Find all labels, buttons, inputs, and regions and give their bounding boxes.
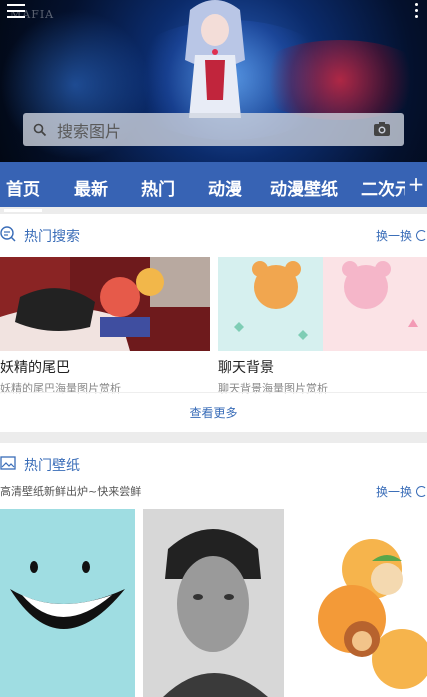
tab-anime[interactable]: 动漫: [208, 175, 242, 200]
app-screen: MAFIA 搜索图片 首页 最新 热门 动漫 动漫壁纸 二次元 + 热门搜索 换…: [0, 0, 427, 697]
brand-watermark: MAFIA: [10, 8, 55, 21]
search-icon: [33, 123, 47, 136]
view-more-link[interactable]: 查看更多: [0, 392, 427, 432]
section-header: 热门壁纸: [0, 443, 427, 483]
section-subtitle: 高清壁纸新鲜出炉~快来尝鲜: [0, 485, 142, 498]
category-tabs: 首页 最新 热门 动漫 动漫壁纸 二次元 +: [0, 162, 427, 212]
refresh-button[interactable]: 换一换: [376, 483, 427, 500]
camera-icon[interactable]: [373, 121, 391, 137]
hot-search-section: 热门搜索 换一换 妖精的尾巴 妖精的尾巴海量图片赏析 聊天背景 聊天背景海量图片…: [0, 214, 427, 432]
tab-latest[interactable]: 最新: [74, 175, 108, 200]
card-title: 聊天背景: [218, 360, 274, 376]
search-list-icon: [0, 226, 16, 242]
card-title: 妖精的尾巴: [0, 360, 70, 376]
header-banner: MAFIA 搜索图片: [0, 0, 427, 162]
section-header: 热门搜索 换一换: [0, 214, 427, 254]
section-title: 热门壁纸: [24, 458, 80, 474]
hot-search-card[interactable]: 聊天背景 聊天背景海量图片赏析: [218, 257, 427, 395]
refresh-label: 换一换: [375, 485, 412, 499]
refresh-label: 换一换: [375, 229, 412, 243]
banner-glow: [250, 40, 427, 120]
section-title: 热门搜索: [24, 229, 80, 245]
tab-anime-wallpaper[interactable]: 动漫壁纸: [270, 175, 338, 200]
wallpaper-thumbnail[interactable]: [292, 509, 427, 697]
search-bar[interactable]: 搜索图片: [23, 113, 404, 146]
more-options-icon[interactable]: [415, 3, 419, 21]
banner-character-image: [185, 0, 245, 118]
search-placeholder: 搜索图片: [57, 121, 122, 141]
hot-wallpaper-section: 热门壁纸 高清壁纸新鲜出炉~快来尝鲜 换一换: [0, 443, 427, 697]
wallpaper-thumbnail[interactable]: [0, 509, 135, 697]
tab-home[interactable]: 首页: [4, 175, 42, 212]
hot-search-card[interactable]: 妖精的尾巴 妖精的尾巴海量图片赏析: [0, 257, 210, 395]
add-tab-button[interactable]: +: [405, 162, 427, 207]
image-icon: [0, 456, 16, 470]
card-image: [0, 257, 210, 351]
refresh-icon: [416, 486, 427, 497]
refresh-icon: [416, 230, 427, 241]
card-image: [218, 257, 427, 351]
wallpaper-thumbnail[interactable]: [143, 509, 284, 697]
tab-hot[interactable]: 热门: [141, 175, 175, 200]
refresh-button[interactable]: 换一换: [376, 227, 427, 244]
